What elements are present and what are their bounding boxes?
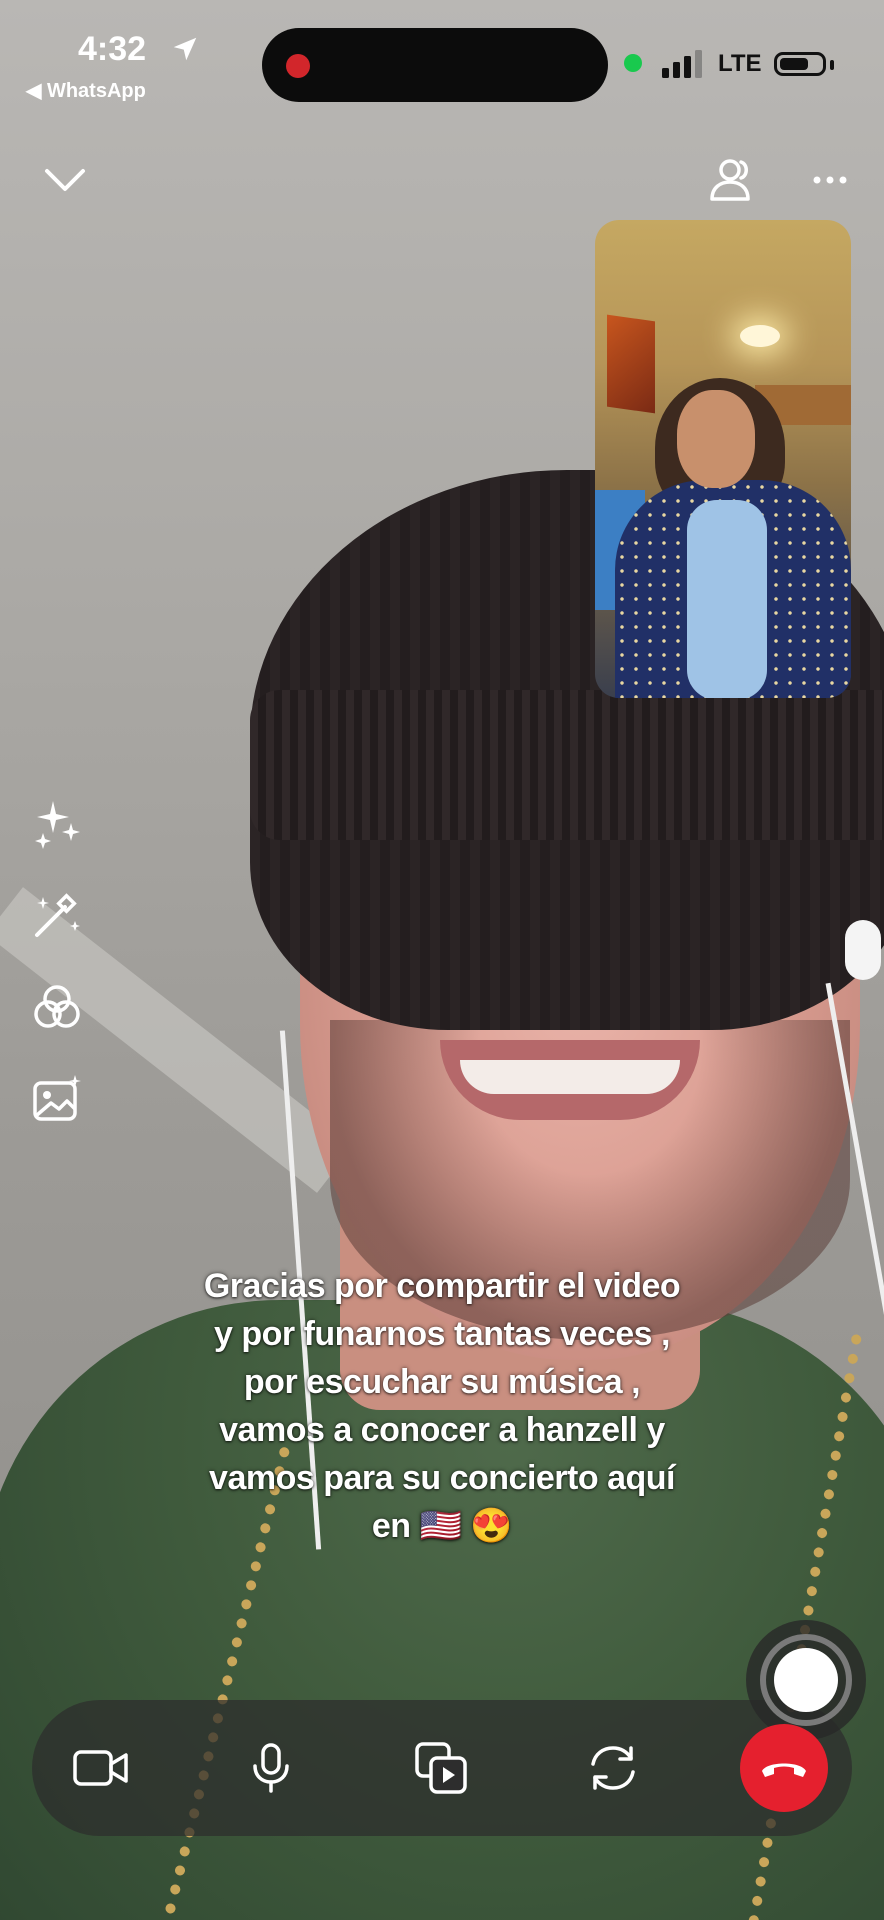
battery-cap	[830, 60, 834, 70]
network-type: LTE	[718, 50, 762, 77]
video-call-screen: 4:32 ◀ WhatsApp LTE Gracias por comparti…	[0, 0, 884, 1920]
microphone-icon	[253, 1743, 289, 1793]
capture-shutter	[774, 1648, 838, 1712]
switch-camera-icon	[591, 1746, 635, 1790]
participants-button[interactable]	[702, 150, 762, 210]
recording-indicator-icon	[286, 54, 310, 78]
battery-icon	[774, 52, 826, 76]
location-arrow-icon	[173, 37, 197, 61]
ceiling-light	[740, 325, 780, 347]
chevron-down-icon	[45, 169, 85, 191]
caption-line: y por funarnos tantas veces ,	[214, 1315, 671, 1353]
toggle-mic-button[interactable]	[233, 1730, 309, 1806]
end-call-button[interactable]	[740, 1724, 828, 1812]
switch-camera-button[interactable]	[575, 1730, 651, 1806]
touch-up-button[interactable]	[26, 884, 88, 946]
caption-line: Gracias por compartir el video	[203, 1267, 681, 1305]
dynamic-island	[262, 28, 608, 102]
filters-button[interactable]	[26, 976, 88, 1038]
share-media-button[interactable]	[403, 1730, 479, 1806]
wall-painting	[607, 314, 655, 414]
filters-icon	[34, 985, 80, 1028]
capture-photo-button[interactable]	[746, 1620, 866, 1740]
self-person-shirt	[687, 500, 767, 698]
end-call-icon	[762, 1763, 806, 1777]
self-view-video[interactable]	[595, 220, 851, 698]
remote-person-teeth	[460, 1060, 680, 1094]
back-to-app-link[interactable]: ◀ WhatsApp	[26, 78, 146, 103]
effects-button[interactable]	[26, 792, 88, 854]
magic-wand-icon	[35, 893, 80, 937]
toggle-video-button[interactable]	[63, 1730, 139, 1806]
video-caption: Gracias por compartir el video y por fun…	[120, 1262, 764, 1550]
minimize-call-button[interactable]	[30, 150, 100, 210]
earbud	[845, 920, 881, 980]
cellular-signal-icon	[662, 50, 702, 78]
self-person-face	[677, 390, 755, 488]
remote-person-beanie-cuff	[250, 690, 884, 840]
status-time: 4:32	[78, 30, 147, 68]
gallery-icon	[33, 1075, 81, 1121]
caption-line: vamos a conocer a hanzell y	[219, 1411, 665, 1449]
video-camera-icon	[73, 1750, 128, 1786]
share-media-icon	[415, 1742, 467, 1794]
caption-line: por escuchar su música ,	[243, 1363, 641, 1401]
background-button[interactable]	[26, 1068, 88, 1130]
more-options-button[interactable]	[800, 150, 860, 210]
sparkles-icon	[35, 801, 80, 849]
camera-in-use-indicator-icon	[624, 54, 642, 72]
participants-icon	[710, 159, 750, 201]
caption-line: vamos para su concierto aquí	[209, 1459, 675, 1497]
more-icon	[813, 176, 847, 184]
caption-line: en 🇺🇸 😍	[371, 1507, 513, 1545]
